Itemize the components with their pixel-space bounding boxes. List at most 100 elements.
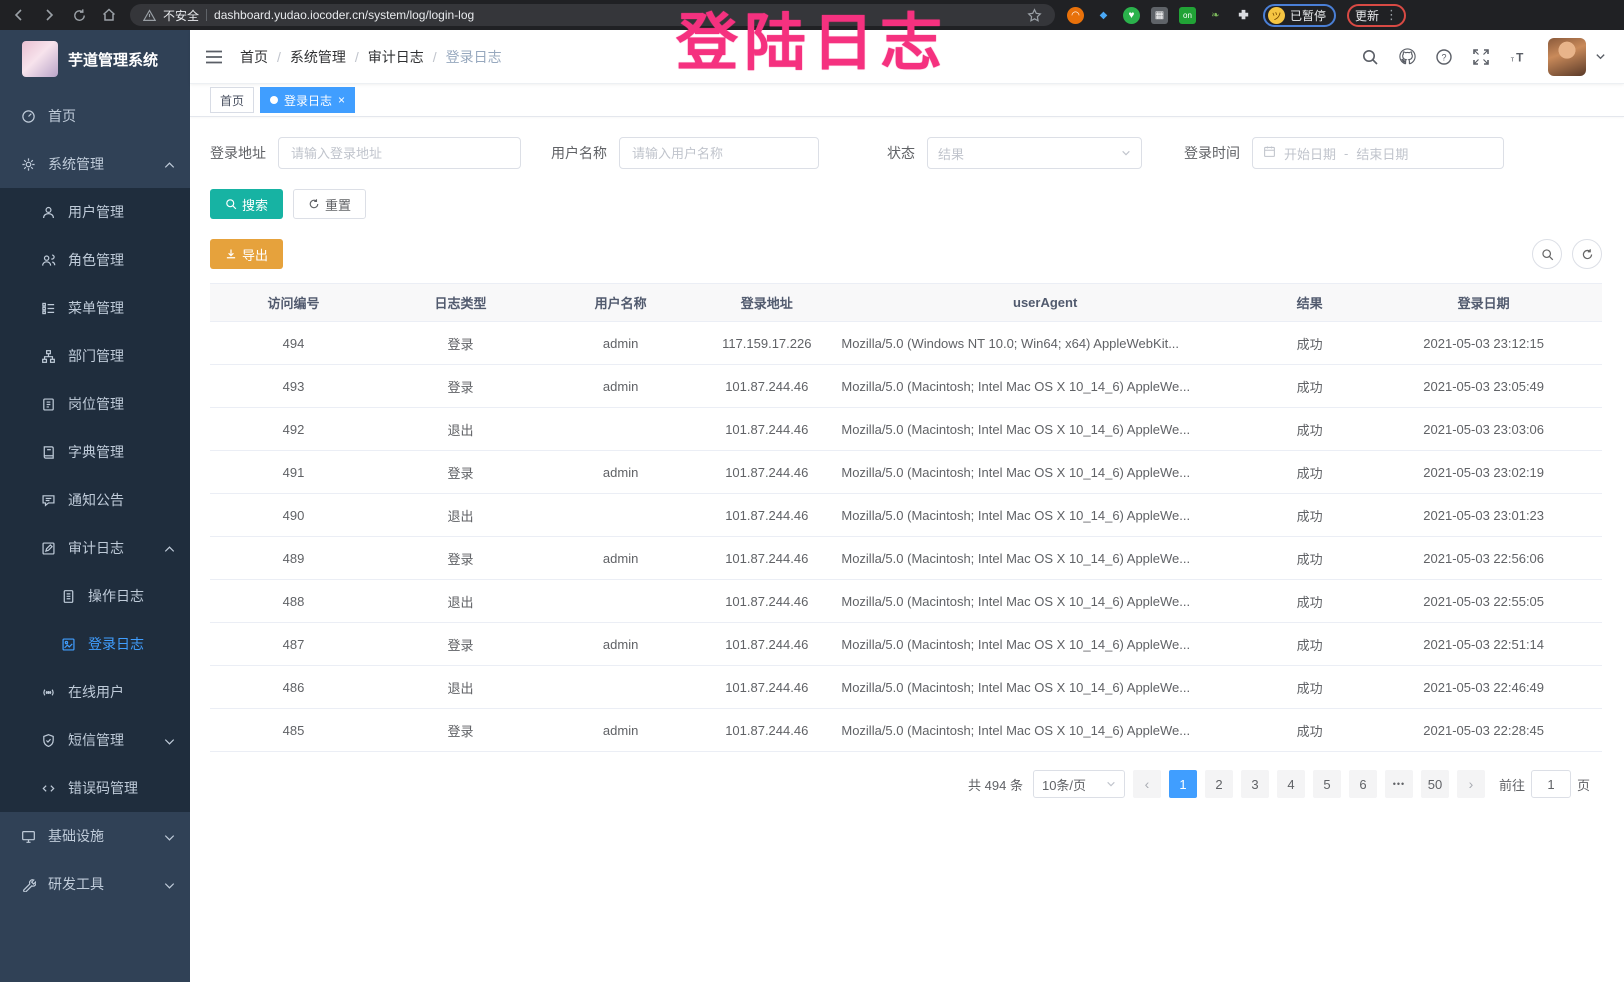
- table-cell: [544, 580, 697, 623]
- font-size-icon[interactable]: ᴛT: [1503, 42, 1533, 72]
- tag-home[interactable]: 首页: [210, 87, 254, 113]
- table-row[interactable]: 490退出101.87.244.46Mozilla/5.0 (Macintosh…: [210, 494, 1602, 537]
- prev-page-button[interactable]: ‹: [1133, 770, 1161, 798]
- table-row[interactable]: 494登录admin117.159.17.226Mozilla/5.0 (Win…: [210, 322, 1602, 365]
- sidebar-item-基础设施[interactable]: 基础设施: [0, 812, 190, 860]
- page-url[interactable]: dashboard.yudao.iocoder.cn/system/log/lo…: [214, 8, 474, 22]
- reload-icon[interactable]: [70, 6, 88, 24]
- blocks-extension-icon[interactable]: ▦: [1151, 7, 1168, 24]
- browser-update-button[interactable]: 更新 ⋮: [1347, 4, 1406, 27]
- sidebar-item-审计日志[interactable]: 审计日志: [0, 524, 190, 572]
- gem-extension-icon[interactable]: ◆: [1095, 7, 1112, 24]
- home-icon[interactable]: [100, 6, 118, 24]
- orange-extension-icon[interactable]: ◠: [1067, 7, 1084, 24]
- breadcrumb-audit-log[interactable]: 审计日志: [368, 47, 424, 67]
- login-address-input[interactable]: [278, 137, 521, 169]
- sidebar-item-在线用户[interactable]: 在线用户: [0, 668, 190, 716]
- tag-login-log[interactable]: 登录日志 ×: [260, 87, 355, 113]
- column-header: 登录地址: [697, 284, 836, 322]
- table-row[interactable]: 487登录admin101.87.244.46Mozilla/5.0 (Maci…: [210, 623, 1602, 666]
- sidebar-item-错误码管理[interactable]: 错误码管理: [0, 764, 190, 812]
- table-cell: 2021-05-03 23:05:49: [1365, 365, 1602, 408]
- table-row[interactable]: 493登录admin101.87.244.46Mozilla/5.0 (Maci…: [210, 365, 1602, 408]
- table-row[interactable]: 492退出101.87.244.46Mozilla/5.0 (Macintosh…: [210, 408, 1602, 451]
- page-button-1[interactable]: 1: [1169, 770, 1197, 798]
- search-icon[interactable]: [1355, 42, 1385, 72]
- app-title: 芋道管理系统: [68, 49, 158, 70]
- login-log-table: 访问编号日志类型用户名称登录地址userAgent结果登录日期 494登录adm…: [210, 283, 1602, 752]
- table-cell: admin: [544, 322, 697, 365]
- forward-icon[interactable]: [40, 6, 58, 24]
- app-logo-row[interactable]: 芋道管理系统: [0, 30, 190, 88]
- table-cell: 成功: [1254, 709, 1365, 752]
- sidebar-item-用户管理[interactable]: 用户管理: [0, 188, 190, 236]
- github-icon[interactable]: [1392, 42, 1422, 72]
- plant-extension-icon[interactable]: ❧: [1207, 7, 1224, 24]
- bookmark-star-icon[interactable]: [1025, 6, 1043, 24]
- sidebar-item-角色管理[interactable]: 角色管理: [0, 236, 190, 284]
- status-select[interactable]: 结果: [927, 137, 1142, 169]
- toggle-search-icon[interactable]: [1532, 239, 1562, 269]
- sidebar-item-岗位管理[interactable]: 岗位管理: [0, 380, 190, 428]
- page-button-2[interactable]: 2: [1205, 770, 1233, 798]
- more-pages-button[interactable]: •••: [1385, 770, 1413, 798]
- status-placeholder: 结果: [938, 144, 964, 163]
- browser-menu-icon[interactable]: ⋮: [1385, 7, 1398, 23]
- table-row[interactable]: 489登录admin101.87.244.46Mozilla/5.0 (Maci…: [210, 537, 1602, 580]
- table-row[interactable]: 486退出101.87.244.46Mozilla/5.0 (Macintosh…: [210, 666, 1602, 709]
- breadcrumb-home[interactable]: 首页: [240, 47, 268, 67]
- table-row[interactable]: 491登录admin101.87.244.46Mozilla/5.0 (Maci…: [210, 451, 1602, 494]
- avatar[interactable]: [1548, 38, 1586, 76]
- sidebar-item-短信管理[interactable]: 短信管理: [0, 716, 190, 764]
- help-icon[interactable]: ?: [1429, 42, 1459, 72]
- sidebar-item-通知公告[interactable]: 通知公告: [0, 476, 190, 524]
- breadcrumb-system[interactable]: 系统管理: [290, 47, 346, 67]
- puzzle-extensions-icon[interactable]: [1235, 7, 1252, 24]
- reset-button[interactable]: 重置: [293, 189, 366, 219]
- end-date-placeholder: 结束日期: [1356, 144, 1408, 163]
- sidebar-item-label: 角色管理: [68, 250, 124, 270]
- table-row[interactable]: 485登录admin101.87.244.46Mozilla/5.0 (Maci…: [210, 709, 1602, 752]
- page-button-4[interactable]: 4: [1277, 770, 1305, 798]
- address-bar[interactable]: 不安全 dashboard.yudao.iocoder.cn/system/lo…: [130, 4, 1055, 26]
- page-button-3[interactable]: 3: [1241, 770, 1269, 798]
- refresh-icon[interactable]: [1572, 239, 1602, 269]
- next-page-button[interactable]: ›: [1457, 770, 1485, 798]
- green-extension-icon[interactable]: ♥: [1123, 7, 1140, 24]
- hamburger-icon[interactable]: [204, 47, 224, 67]
- back-icon[interactable]: [10, 6, 28, 24]
- proxy-on-extension-icon[interactable]: on: [1179, 7, 1196, 24]
- search-button[interactable]: 搜索: [210, 189, 283, 219]
- table-row[interactable]: 488退出101.87.244.46Mozilla/5.0 (Macintosh…: [210, 580, 1602, 623]
- table-cell: 2021-05-03 22:28:45: [1365, 709, 1602, 752]
- sidebar-item-研发工具[interactable]: 研发工具: [0, 860, 190, 908]
- goto-page-input[interactable]: [1531, 770, 1571, 798]
- audit-log-icon: [40, 540, 56, 556]
- page-button-5[interactable]: 5: [1313, 770, 1341, 798]
- login-time-range-picker[interactable]: 开始日期 - 结束日期: [1252, 137, 1504, 169]
- export-button[interactable]: 导出: [210, 239, 283, 269]
- column-header: 用户名称: [544, 284, 697, 322]
- post-badge-icon: [40, 396, 56, 412]
- page-size-select[interactable]: 10条/页: [1033, 770, 1125, 798]
- paused-profile-chip[interactable]: ツ 已暂停: [1263, 4, 1336, 27]
- sidebar-item-首页[interactable]: 首页: [0, 92, 190, 140]
- sidebar-item-操作日志[interactable]: 操作日志: [0, 572, 190, 620]
- sidebar-item-登录日志[interactable]: 登录日志: [0, 620, 190, 668]
- page-button-6[interactable]: 6: [1349, 770, 1377, 798]
- security-label[interactable]: 不安全: [163, 7, 199, 24]
- chevron-down-icon: [1121, 146, 1131, 161]
- sidebar-item-部门管理[interactable]: 部门管理: [0, 332, 190, 380]
- username-input[interactable]: [619, 137, 819, 169]
- sidebar-item-菜单管理[interactable]: 菜单管理: [0, 284, 190, 332]
- sidebar-item-系统管理[interactable]: 系统管理: [0, 140, 190, 188]
- close-icon[interactable]: ×: [338, 94, 345, 106]
- page-size-value: 10条/页: [1042, 775, 1086, 794]
- page-button-50[interactable]: 50: [1421, 770, 1449, 798]
- table-cell: 登录: [377, 322, 544, 365]
- chevron-down-icon[interactable]: [1595, 49, 1606, 65]
- table-cell: 2021-05-03 22:56:06: [1365, 537, 1602, 580]
- table-cell: 2021-05-03 22:46:49: [1365, 666, 1602, 709]
- sidebar-item-字典管理[interactable]: 字典管理: [0, 428, 190, 476]
- fullscreen-icon[interactable]: [1466, 42, 1496, 72]
